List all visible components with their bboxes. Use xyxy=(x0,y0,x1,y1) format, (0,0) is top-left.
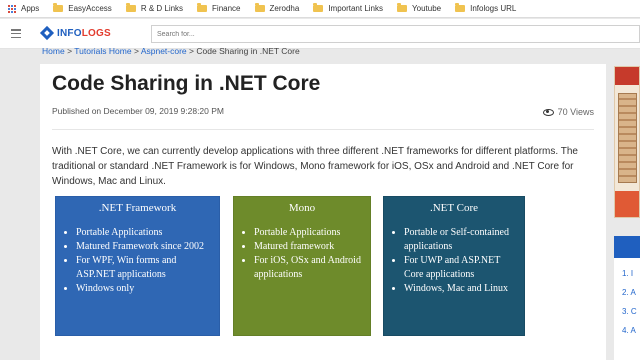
sidebar-list: 1. I 2. A 3. C 4. A xyxy=(614,264,640,340)
page-title: Code Sharing in .NET Core xyxy=(52,72,321,95)
framework-title: .NET Core xyxy=(429,202,479,214)
breadcrumb-separator: > xyxy=(67,46,73,56)
list-item: Matured framework xyxy=(254,240,364,254)
framework-points: Portable Applications Matured Framework … xyxy=(56,226,219,296)
framework-box-netcore: .NET Core Portable or Self-contained app… xyxy=(383,196,525,336)
framework-title: .NET Framework xyxy=(98,202,177,214)
bookmarks-bar: Apps EasyAccess R & D Links Finance Zero… xyxy=(0,0,640,18)
article-card: Code Sharing in .NET Core Published on D… xyxy=(40,64,606,360)
logo-text: INFOLOGS xyxy=(57,27,111,39)
bookmark-label: Zerodha xyxy=(269,4,300,13)
bookmark-zerodha[interactable]: Zerodha xyxy=(254,3,300,13)
breadcrumb: Home > Tutorials Home > Aspnet-core > Co… xyxy=(42,46,300,56)
ad-footer xyxy=(615,191,639,217)
published-date: Published on December 09, 2019 9:28:20 P… xyxy=(52,106,225,116)
bookmark-label: R & D Links xyxy=(140,4,184,13)
folder-icon xyxy=(313,3,324,12)
bookmark-infologs-url[interactable]: Infologs URL xyxy=(455,3,517,13)
breadcrumb-separator: > xyxy=(133,46,139,56)
list-item: For UWP and ASP.NET Core applications xyxy=(404,254,518,282)
list-item: Matured Framework since 2002 xyxy=(76,240,213,254)
bookmark-apps[interactable]: Apps xyxy=(8,4,39,13)
bookmark-important-links[interactable]: Important Links xyxy=(313,3,384,13)
folder-icon xyxy=(197,3,208,12)
bookmark-finance[interactable]: Finance xyxy=(197,3,241,13)
sidebar-link[interactable]: 4. A xyxy=(622,321,640,340)
framework-box-netfx: .NET Framework Portable Applications Mat… xyxy=(55,196,220,336)
bookmark-label: Apps xyxy=(21,4,40,13)
sidebar-advertisement[interactable] xyxy=(614,66,640,218)
divider xyxy=(52,129,594,130)
apps-grid-icon xyxy=(8,4,16,13)
hamburger-menu-icon[interactable] xyxy=(11,29,21,38)
sidebar-panel-header xyxy=(614,236,640,258)
framework-title: Mono xyxy=(288,202,316,214)
list-item: Windows only xyxy=(76,282,213,296)
bookmark-label: EasyAccess xyxy=(68,4,112,13)
list-item: Windows, Mac and Linux xyxy=(404,282,518,296)
breadcrumb-separator: > xyxy=(189,46,195,56)
folder-icon xyxy=(53,3,64,12)
list-item: Portable Applications xyxy=(254,226,364,240)
sidebar-link[interactable]: 1. I xyxy=(622,264,640,283)
bookmark-label: Youtube xyxy=(412,4,442,13)
site-logo[interactable]: INFOLOGS xyxy=(40,26,111,40)
eye-icon xyxy=(542,108,554,116)
framework-points: Portable Applications Matured framework … xyxy=(234,226,370,282)
building-image xyxy=(618,93,637,183)
intro-paragraph: With .NET Core, we can currently develop… xyxy=(52,146,578,187)
search-input[interactable] xyxy=(151,25,640,43)
sidebar-link[interactable]: 3. C xyxy=(622,302,640,321)
bookmark-label: Important Links xyxy=(328,4,384,13)
view-count-label: 70 Views xyxy=(557,107,594,117)
bookmark-youtube[interactable]: Youtube xyxy=(397,3,442,13)
framework-points: Portable or Self-contained applications … xyxy=(384,226,524,296)
framework-box-mono: Mono Portable Applications Matured frame… xyxy=(233,196,371,336)
folder-icon xyxy=(254,3,265,12)
breadcrumb-tutorials-link[interactable]: Tutorials Home xyxy=(74,46,131,56)
list-item: For iOS, OSx and Android applications xyxy=(254,254,364,282)
view-count: 70 Views xyxy=(542,107,594,117)
breadcrumb-current: Code Sharing in .NET Core xyxy=(196,46,300,56)
bookmark-label: Finance xyxy=(212,4,241,13)
logo-mark-icon xyxy=(40,26,54,40)
bookmark-rd-links[interactable]: R & D Links xyxy=(125,3,184,13)
ad-header xyxy=(615,67,639,85)
bookmark-easyaccess[interactable]: EasyAccess xyxy=(53,3,112,13)
breadcrumb-home-link[interactable]: Home xyxy=(42,46,65,56)
bookmark-label: Infologs URL xyxy=(470,4,517,13)
site-header: INFOLOGS xyxy=(0,19,640,49)
list-item: For WPF, Win forms and ASP.NET applicati… xyxy=(76,254,213,282)
folder-icon xyxy=(455,3,466,12)
folder-icon xyxy=(125,3,136,12)
sidebar-link[interactable]: 2. A xyxy=(622,283,640,302)
list-item: Portable or Self-contained applications xyxy=(404,226,518,254)
sidebar-panel: 1. I 2. A 3. C 4. A xyxy=(614,236,640,360)
list-item: Portable Applications xyxy=(76,226,213,240)
folder-icon xyxy=(397,3,408,12)
breadcrumb-section-link[interactable]: Aspnet-core xyxy=(141,46,187,56)
